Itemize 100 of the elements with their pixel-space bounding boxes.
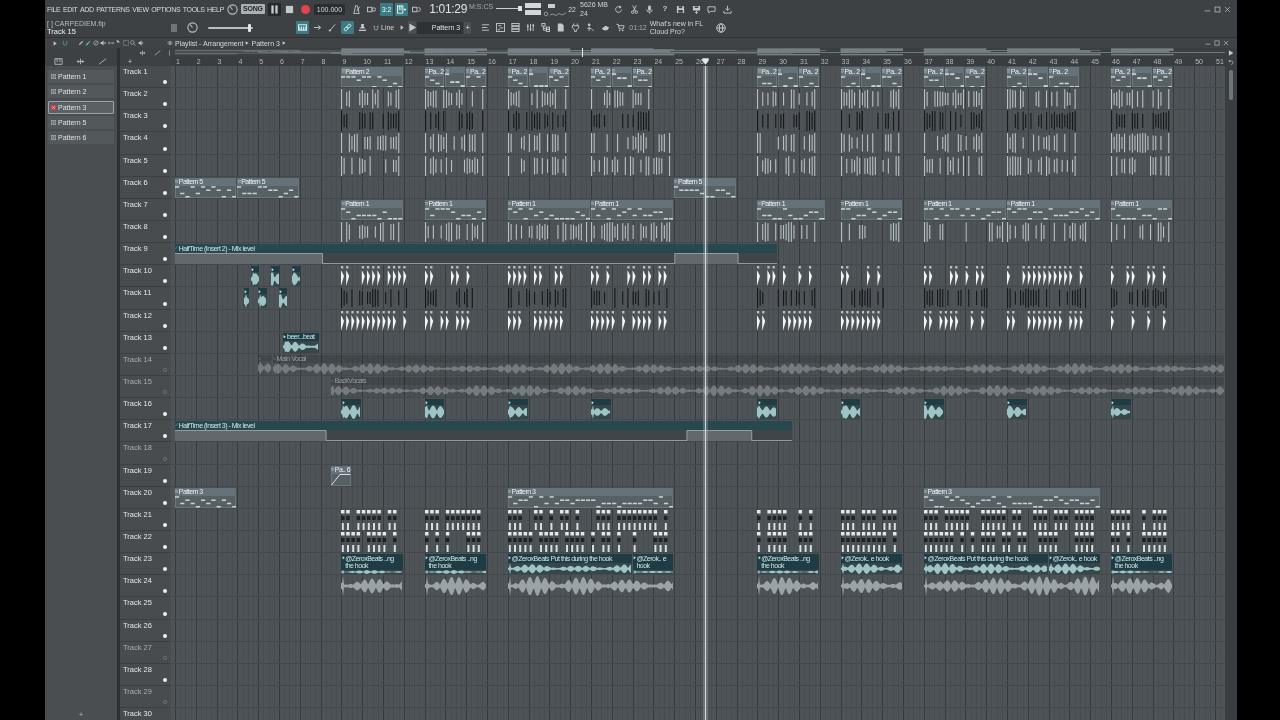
drum-hits-drawing[interactable] [591,266,669,287]
drum-hits-drawing[interactable] [424,155,486,176]
slant-line-icon[interactable] [98,58,107,65]
playlist-tool-button[interactable] [130,39,137,47]
caret-icon[interactable] [1228,50,1234,56]
sample-clip[interactable] [1111,399,1131,420]
drum-hits-drawing[interactable] [424,222,486,242]
globe-icon[interactable] [715,22,726,33]
window-button[interactable] [479,21,492,34]
drum-hits-drawing[interactable] [507,222,590,242]
piano-icon[interactable] [54,58,63,65]
slider-thumb[interactable] [248,23,252,32]
sample-clip[interactable] [250,266,260,287]
sample-clip[interactable] [923,399,944,420]
pattern-clip[interactable] [528,67,549,87]
mute-dot-icon[interactable] [163,168,167,173]
tile-icon[interactable] [171,23,177,32]
drum-hits-drawing[interactable] [840,155,902,176]
pattern-clip[interactable] [861,67,882,87]
waveform-drawing[interactable] [507,576,674,597]
arrow-button[interactable] [408,21,417,34]
mute-dot-icon[interactable] [163,80,167,85]
window-button[interactable] [509,21,522,34]
slant-line-icon[interactable] [154,49,161,56]
tool-button[interactable] [356,21,369,34]
sample-clip[interactable] [757,399,778,420]
drum-hits-drawing[interactable] [591,310,669,331]
sample-clip[interactable] [258,288,267,309]
mute-dot-icon[interactable] [163,124,167,129]
curved-arrow-icon[interactable] [1228,59,1234,65]
toolbar-button[interactable]: ? [658,2,672,16]
mute-dot-icon[interactable] [163,102,167,107]
mute-dot-icon[interactable] [163,412,167,417]
waveform-icon[interactable] [139,49,146,56]
mute-dot-icon[interactable] [163,235,167,240]
window-button[interactable] [494,21,507,34]
mute-dot-icon[interactable] [163,434,167,439]
pattern-clip[interactable] [445,67,466,87]
mute-dot-icon[interactable] [163,213,167,217]
waveform-icon[interactable] [76,58,85,65]
mute-dot-icon[interactable] [163,190,167,195]
sample-clip[interactable] [591,399,611,420]
playlist-tool-button[interactable] [77,39,84,47]
maximize-icon[interactable] [1214,5,1221,13]
scrollbar-thumb[interactable] [1229,70,1233,100]
close-icon[interactable] [1224,5,1231,13]
mute-dot-icon[interactable] [163,677,167,682]
knob-icon[interactable] [187,22,198,33]
two-triangles-icon[interactable] [167,40,173,46]
audio-clip[interactable] [258,354,272,375]
window-button[interactable] [524,21,537,34]
mute-dot-icon[interactable] [163,345,167,350]
pattern-clip[interactable] [1027,67,1048,87]
pattern-clip[interactable] [1131,67,1152,87]
window-button[interactable] [614,21,627,34]
sample-clip[interactable] [291,266,300,287]
close-icon[interactable] [1223,40,1229,46]
playlist-tool-button[interactable] [137,39,144,47]
drum-hits-drawing[interactable] [1007,155,1079,176]
drum-hits-drawing[interactable] [341,266,409,287]
play-pause-button[interactable] [267,2,281,16]
mute-dot-icon[interactable] [163,478,167,483]
window-button[interactable] [539,21,552,34]
mute-dot-icon[interactable] [163,611,167,616]
window-button[interactable] [569,21,582,34]
playhead-line[interactable] [703,66,709,720]
mute-dot-icon[interactable] [163,589,167,594]
pitch-slider[interactable] [208,23,253,32]
mute-dot-icon[interactable] [163,257,167,262]
drum-hits-drawing[interactable] [424,133,486,154]
toggle-button[interactable] [395,2,409,16]
mute-dot-icon[interactable] [163,279,167,284]
drum-hits-drawing[interactable] [1007,89,1079,110]
drum-hits-drawing[interactable] [923,222,1006,242]
pattern-clip[interactable] [944,67,965,87]
drum-hits-drawing[interactable] [840,89,902,110]
waveform-drawing[interactable] [757,576,819,597]
pattern-clip[interactable] [778,67,798,87]
sample-clip[interactable] [243,288,249,309]
drum-hits-drawing[interactable] [840,133,902,154]
waveform-drawing[interactable] [923,576,1100,597]
mute-dot-icon[interactable] [163,522,167,527]
caret-icon[interactable] [53,40,57,46]
window-button[interactable] [584,21,597,34]
sample-clip[interactable] [507,399,528,420]
magnet-icon[interactable] [373,24,379,31]
drum-hits-drawing[interactable] [840,222,902,242]
tool-button[interactable] [341,21,354,34]
drum-hits-drawing[interactable] [1007,133,1079,154]
waveform-drawing[interactable] [424,576,486,597]
mute-dot-icon[interactable] [163,545,167,550]
drum-hits-drawing[interactable] [1111,266,1169,287]
pattern-clip[interactable] [611,67,632,87]
sample-clip[interactable] [1007,399,1027,420]
playlist-tool-button[interactable] [122,39,129,47]
mute-dot-icon[interactable] [163,500,167,505]
tool-button[interactable] [296,21,309,34]
drum-hits-drawing[interactable] [341,310,409,331]
playlist-tool-button[interactable] [100,39,107,47]
sample-clip[interactable] [840,399,861,420]
